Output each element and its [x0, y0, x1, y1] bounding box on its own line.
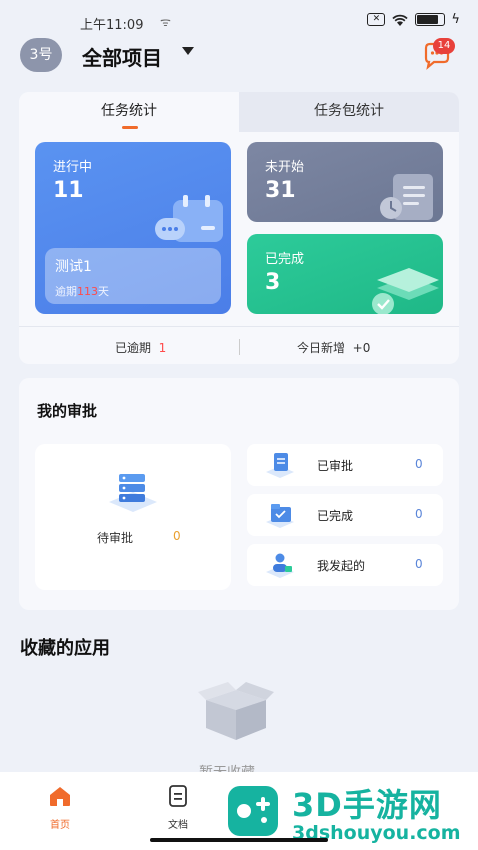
approved-row[interactable]: 已审批 0: [247, 444, 443, 486]
empty-box-icon: [198, 682, 274, 740]
layers-check-icon: [372, 268, 439, 314]
status-icons: ✕ ϟ: [367, 12, 460, 27]
document-clock-icon: [380, 174, 433, 220]
summary-divider: [239, 339, 240, 355]
document-icon: [169, 785, 187, 807]
pending-approval-label: 待审批: [97, 531, 134, 545]
home-indicator: [150, 838, 328, 842]
battery-icon: [415, 13, 446, 26]
pending-approval-box[interactable]: 待审批 0: [35, 444, 231, 590]
overdue-summary[interactable]: 已逾期 1: [115, 339, 166, 356]
wifi-icon: [392, 14, 409, 26]
not-started-label: 未开始: [265, 160, 305, 175]
overdue-task-days: 逾期113天: [55, 285, 109, 298]
not-started-value: 31: [265, 178, 296, 203]
initiated-count: 0: [415, 557, 423, 571]
caret-down-icon[interactable]: [182, 47, 194, 55]
approval-completed-row[interactable]: 已完成 0: [247, 494, 443, 536]
top-header: 3号 全部项目 14: [0, 36, 478, 76]
overdue-task-item[interactable]: 测试1 逾期113天: [45, 248, 221, 304]
task-summary-row: 已逾期 1 今日新增 +0: [19, 326, 459, 364]
charging-icon: ϟ: [451, 12, 460, 27]
in-progress-label: 进行中: [53, 160, 93, 175]
task-stats-card: 任务统计 任务包统计 进行中 11 测试1 逾期113天 未开始 31 已完成 …: [19, 92, 459, 364]
message-badge: 14: [433, 38, 455, 54]
server-stack-icon: [109, 474, 157, 512]
nav-docs-label: 文档: [168, 820, 188, 831]
approved-doc-icon: [266, 453, 294, 478]
overdue-task-title: 测试1: [55, 259, 92, 275]
watermark-main-text: 3D手游网: [292, 786, 442, 824]
tab-package-stats[interactable]: 任务包统计: [239, 92, 459, 132]
nav-home[interactable]: 首页: [30, 784, 90, 832]
today-new-summary[interactable]: 今日新增 +0: [297, 339, 370, 356]
folder-check-icon: [266, 504, 294, 528]
approved-label: 已审批: [317, 459, 354, 473]
approval-completed-count: 0: [415, 507, 423, 521]
hotspot-icon: ᯤ: [160, 15, 171, 29]
status-time: 上午11:09: [80, 18, 144, 33]
calendar-icon: [155, 195, 223, 242]
initiated-row[interactable]: 我发起的 0: [247, 544, 443, 586]
sim-off-icon: ✕: [367, 13, 386, 26]
watermark-logo-icon: [228, 786, 278, 836]
completed-label: 已完成: [265, 252, 305, 267]
favorites-title: 收藏的应用: [20, 638, 110, 659]
approvals-title: 我的审批: [37, 402, 98, 420]
tab-active-indicator: [122, 126, 138, 129]
nav-docs[interactable]: 文档: [148, 784, 208, 832]
nav-home-label: 首页: [50, 820, 70, 831]
avatar[interactable]: 3号: [20, 38, 62, 72]
completed-card[interactable]: 已完成 3: [247, 234, 443, 314]
initiated-label: 我发起的: [317, 559, 366, 573]
approved-count: 0: [415, 457, 423, 471]
in-progress-card[interactable]: 进行中 11 测试1 逾期113天: [35, 142, 231, 314]
completed-value: 3: [265, 270, 281, 295]
approval-completed-label: 已完成: [317, 509, 354, 523]
pending-approval-count: 0: [173, 529, 181, 543]
home-icon: [50, 787, 70, 806]
project-selector[interactable]: 全部项目: [82, 42, 162, 71]
not-started-card[interactable]: 未开始 31: [247, 142, 443, 222]
in-progress-value: 11: [53, 178, 84, 203]
user-send-icon: [266, 553, 294, 578]
approvals-card: 我的审批 待审批 0 已审批 0 已完成 0 我发起的 0: [19, 378, 459, 610]
